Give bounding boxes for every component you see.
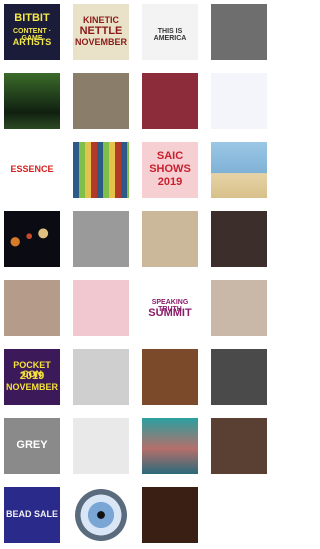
portrait-board-tile[interactable] xyxy=(142,211,198,267)
diagram-sketch-tile[interactable] xyxy=(211,73,267,129)
eye-circle-tile[interactable] xyxy=(73,487,129,543)
screen-capture-tile[interactable] xyxy=(73,418,129,474)
patterned-art-tile[interactable] xyxy=(142,73,198,129)
tile-text: 2019 xyxy=(157,175,183,188)
tile-text: NOVEMBER xyxy=(74,36,127,47)
tile-text: SUMMIT xyxy=(148,307,192,319)
tile-text: KINETIC xyxy=(83,14,119,25)
eye-circle-image xyxy=(75,489,127,541)
essence-logo-tile[interactable]: ESSENCE xyxy=(4,142,60,198)
bead-sale-tile[interactable]: BEAD SALE xyxy=(4,487,60,543)
tile-text: SHOWS xyxy=(149,162,191,175)
pink-balloons-tile[interactable] xyxy=(73,280,129,336)
studio-interior-tile[interactable] xyxy=(211,418,267,474)
sketch-drawing-tile[interactable] xyxy=(73,349,129,405)
planets-tile[interactable] xyxy=(4,211,60,267)
tile-text: SAIC xyxy=(156,149,184,162)
saic-shows-tile[interactable]: SAIC SHOWS 2019 xyxy=(142,142,198,198)
tile-text: NOVEMBER xyxy=(5,381,58,392)
abstract-painting-tile[interactable] xyxy=(142,349,198,405)
bw-group-photo-tile[interactable] xyxy=(73,211,129,267)
kinetic-poster-tile[interactable]: KINETIC NETTLE NOVEMBER xyxy=(73,4,129,60)
craft-object-tile[interactable] xyxy=(4,280,60,336)
bitbit-poster-tile[interactable]: BITBIT CONTENT · GAME ARTISTS xyxy=(4,4,60,60)
tile-text: BITBIT xyxy=(14,11,50,24)
beach-city-tile[interactable] xyxy=(211,142,267,198)
grey-photo-tile[interactable] xyxy=(211,4,267,60)
dark-figure-tile[interactable] xyxy=(142,487,198,543)
pocket-con-tile[interactable]: POCKET CON 2019 NOVEMBER xyxy=(4,349,60,405)
bw-building-tile[interactable]: GREY xyxy=(4,418,60,474)
tile-text: GREY xyxy=(16,438,48,451)
tile-text: NETTLE xyxy=(79,24,123,37)
horse-rider-photo-tile[interactable] xyxy=(73,73,129,129)
child-photo-tile[interactable] xyxy=(211,349,267,405)
stained-glass-tile[interactable] xyxy=(73,142,129,198)
tile-text: ESSENCE xyxy=(10,163,54,174)
tile-text: THIS IS AMERICA xyxy=(153,27,187,42)
tile-text: BEAD SALE xyxy=(5,508,58,519)
white-sculpture-tile[interactable] xyxy=(211,280,267,336)
forest-photo-tile[interactable] xyxy=(4,73,60,129)
speaking-truth-summit-tile[interactable]: SPEAKING TRUTH SUMMIT xyxy=(142,280,198,336)
woman-portrait-tile[interactable] xyxy=(142,418,198,474)
two-people-tile[interactable] xyxy=(211,211,267,267)
tile-text: 2019 xyxy=(19,369,45,382)
tile-text: ARTISTS xyxy=(12,36,52,47)
this-is-america-tile[interactable]: THIS IS AMERICA xyxy=(142,4,198,60)
